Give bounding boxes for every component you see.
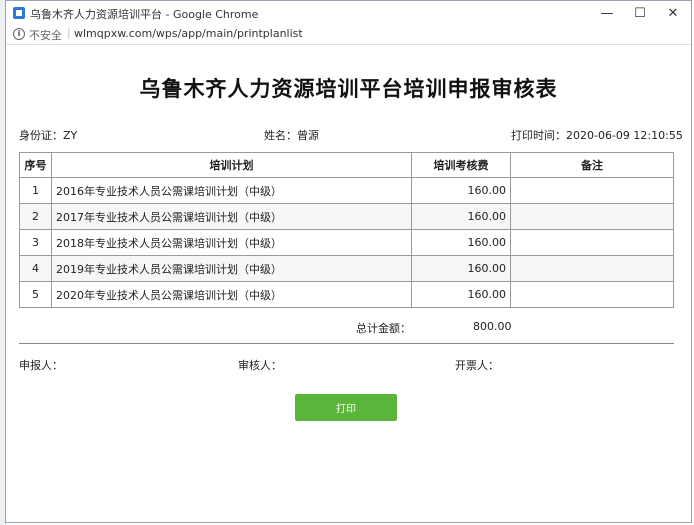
table-row: 3 2018年专业技术人员公需课培训计划（中级） 160.00 [19,229,674,256]
row-note [510,177,674,204]
row-no: 2 [19,203,52,230]
print-time: 打印时间：2020-06-09 12:10:55 [511,129,683,142]
page-content: 乌鲁木齐人力资源培训平台培训申报审核表 身份证：ZY 姓名：曾源 打印时间：20… [6,45,691,522]
page-title: 乌鲁木齐人力资源培训平台培训申报审核表 [139,77,558,101]
row-fee: 160.00 [411,177,511,204]
row-no: 1 [19,177,52,204]
security-label[interactable]: 不安全 [29,27,62,43]
row-note [510,255,674,282]
header-no: 序号 [19,152,52,178]
table-row: 5 2020年专业技术人员公需课培训计划（中级） 160.00 [19,281,674,308]
close-button[interactable]: ✕ [656,1,690,25]
row-no: 5 [19,281,52,308]
row-plan: 2016年专业技术人员公需课培训计划（中级） [51,177,412,204]
issuer-signature-label: 开票人： [455,359,499,372]
title-bar: 乌鲁木齐人力资源培训平台 - Google Chrome — ☐ ✕ [6,1,691,25]
plan-table: 序号 培训计划 培训考核费 备注 1 2016年专业技术人员公需课培训计划（中级… [19,152,674,308]
applicant-signature-label: 申报人： [19,359,63,372]
row-plan: 2019年专业技术人员公需课培训计划（中级） [51,255,412,282]
row-fee: 160.00 [411,203,511,230]
table-row: 2 2017年专业技术人员公需课培训计划（中级） 160.00 [19,203,674,230]
address-separator: | [67,26,71,39]
row-no: 4 [19,255,52,282]
header-fee: 培训考核费 [411,152,511,178]
header-note: 备注 [510,152,674,178]
address-bar[interactable]: i 不安全 | wlmqpxw.com/wps/app/main/printpl… [6,25,691,45]
row-fee: 160.00 [411,255,511,282]
row-fee: 160.00 [411,229,511,256]
table-row: 4 2019年专业技术人员公需课培训计划（中级） 160.00 [19,255,674,282]
divider [19,343,674,344]
browser-window: 乌鲁木齐人力资源培训平台 - Google Chrome — ☐ ✕ i 不安全… [5,0,692,523]
info-icon[interactable]: i [13,28,25,40]
row-plan: 2020年专业技术人员公需课培训计划（中级） [51,281,412,308]
header-plan: 培训计划 [51,152,412,178]
table-header-row: 序号 培训计划 培训考核费 备注 [19,152,674,178]
row-note [510,229,674,256]
maximize-button[interactable]: ☐ [623,1,657,25]
window-title: 乌鲁木齐人力资源培训平台 - Google Chrome [30,8,259,21]
row-fee: 160.00 [411,281,511,308]
total-label: 总计金额： [356,322,411,335]
print-button[interactable]: 打印 [295,394,397,421]
minimize-button[interactable]: — [590,1,624,25]
applicant-name: 姓名：曾源 [264,129,319,142]
row-no: 3 [19,229,52,256]
id-number: 身份证：ZY [19,129,78,142]
app-favicon-icon [13,7,25,19]
url-text[interactable]: wlmqpxw.com/wps/app/main/printplanlist [74,27,303,40]
total-value: 800.00 [473,320,512,333]
table-row: 1 2016年专业技术人员公需课培训计划（中级） 160.00 [19,177,674,204]
reviewer-signature-label: 审核人： [238,359,282,372]
row-plan: 2017年专业技术人员公需课培训计划（中级） [51,203,412,230]
row-plan: 2018年专业技术人员公需课培训计划（中级） [51,229,412,256]
row-note [510,281,674,308]
row-note [510,203,674,230]
